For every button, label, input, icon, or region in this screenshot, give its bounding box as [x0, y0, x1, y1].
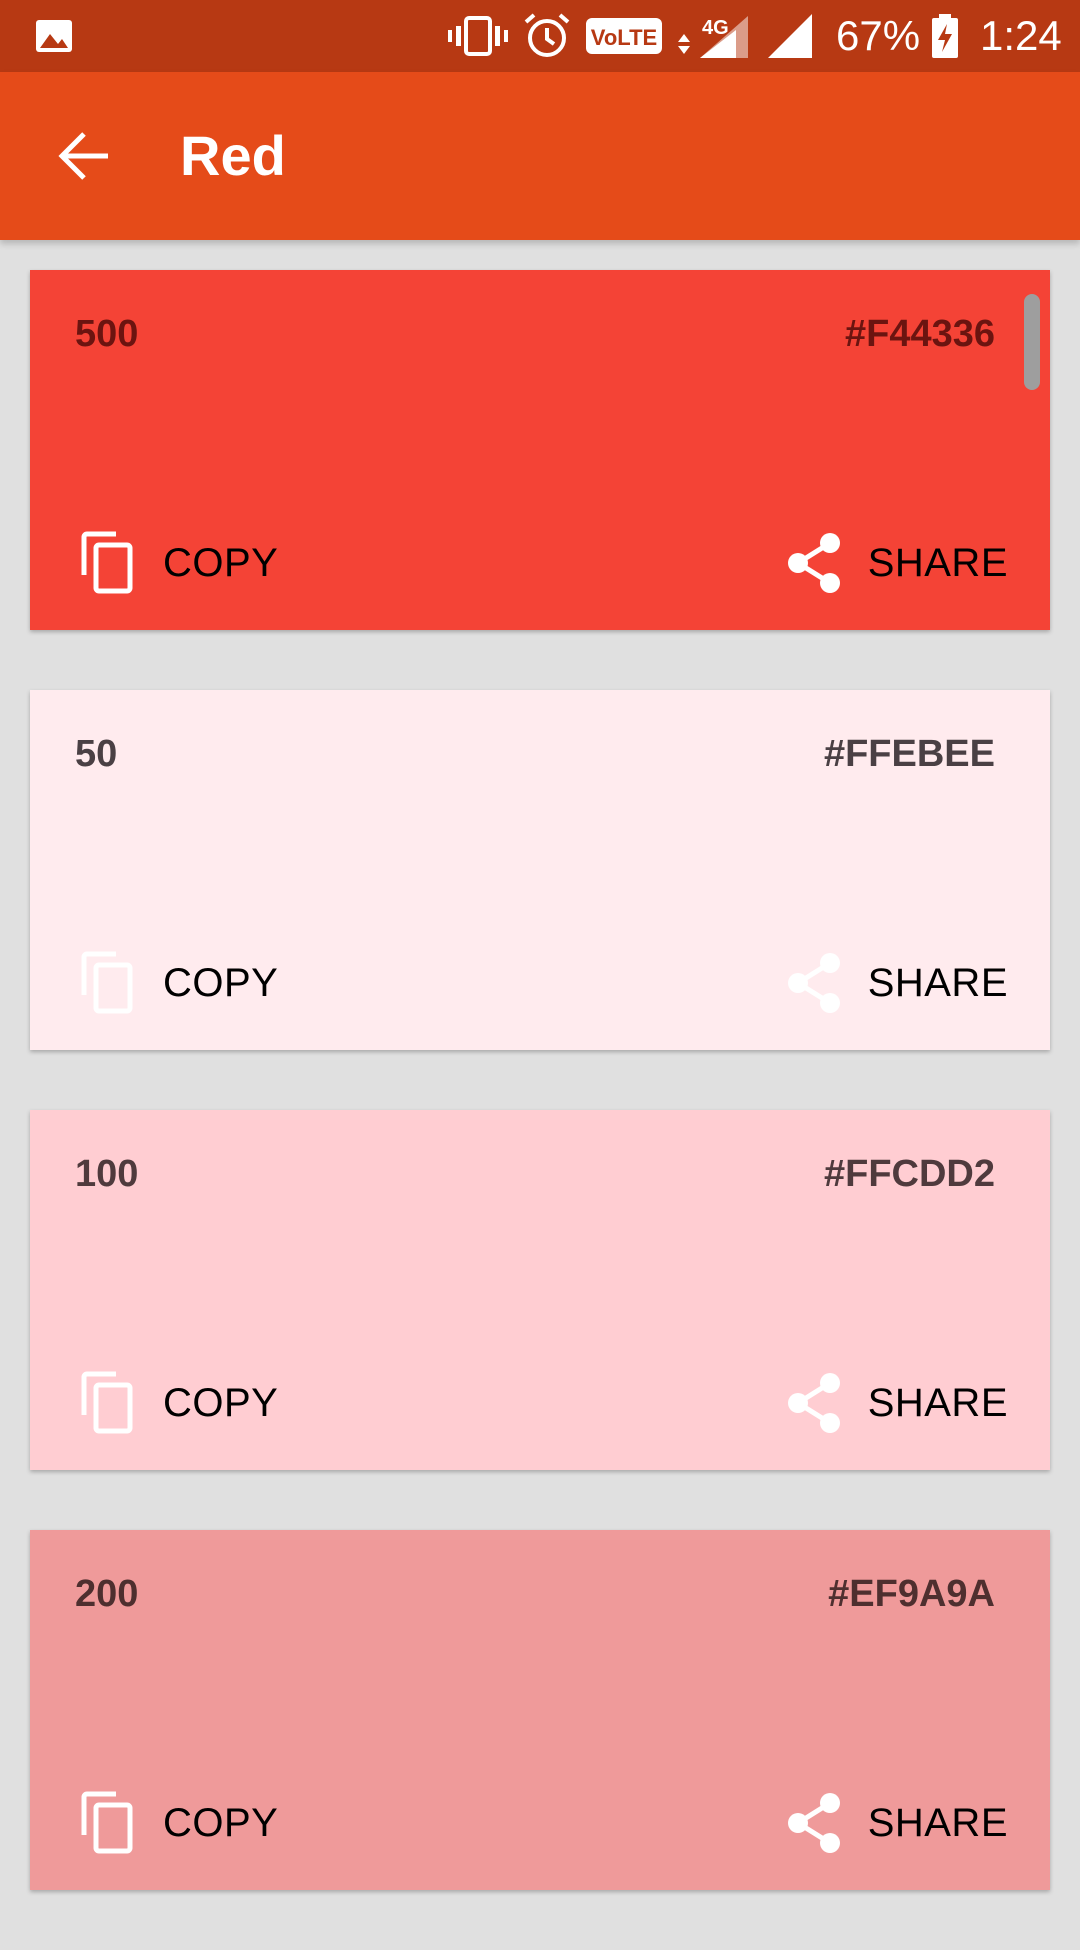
volte-icon: VoLTE	[586, 18, 662, 54]
share-button[interactable]: SHARE	[782, 1788, 1008, 1858]
back-button[interactable]	[50, 122, 118, 190]
share-icon	[782, 1368, 846, 1438]
color-swatch-card: 100 #FFCDD2 COPY SHARE	[30, 1110, 1050, 1470]
shade-label: 200	[75, 1573, 139, 1615]
hex-code: #FFEBEE	[823, 733, 995, 775]
copy-button[interactable]: COPY	[75, 1788, 278, 1858]
color-swatch-card: 500 #F44336 COPY SHARE	[30, 270, 1050, 630]
app-bar: Red	[0, 72, 1080, 240]
swatch-list[interactable]: 500 #F44336 COPY SHARE 50 #FFEBEE COPY S…	[30, 270, 1050, 1950]
scrollbar[interactable]	[1024, 294, 1040, 390]
signal-icon	[768, 14, 812, 58]
copy-button[interactable]: COPY	[75, 1368, 278, 1438]
copy-label: COPY	[163, 1800, 279, 1845]
copy-icon	[75, 1368, 139, 1438]
share-label: SHARE	[867, 540, 1008, 585]
copy-button[interactable]: COPY	[75, 528, 278, 598]
svg-text:VoLTE: VoLTE	[591, 25, 657, 50]
share-button[interactable]: SHARE	[782, 1368, 1008, 1438]
battery-charging-icon	[932, 14, 958, 58]
shade-label: 50	[75, 733, 118, 775]
share-icon	[782, 1788, 846, 1858]
share-label: SHARE	[867, 960, 1008, 1005]
share-button[interactable]: SHARE	[782, 528, 1008, 598]
copy-button[interactable]: COPY	[75, 948, 278, 1018]
copy-icon	[75, 948, 139, 1018]
hex-code: #FFCDD2	[823, 1153, 995, 1195]
alarm-icon	[524, 13, 570, 57]
copy-icon	[75, 528, 139, 598]
hex-code: #F44336	[844, 313, 995, 355]
copy-label: COPY	[163, 540, 279, 585]
battery-percent: 67%	[836, 12, 921, 59]
share-button[interactable]: SHARE	[782, 948, 1008, 1018]
share-label: SHARE	[867, 1800, 1008, 1845]
hex-code: #EF9A9A	[828, 1573, 995, 1615]
shade-label: 500	[75, 313, 139, 355]
vibrate-icon	[448, 16, 508, 56]
svg-text:4G: 4G	[702, 17, 729, 39]
copy-label: COPY	[163, 1380, 279, 1425]
copy-label: COPY	[163, 960, 279, 1005]
shade-label: 100	[75, 1153, 139, 1195]
signal-4g-icon: 4G	[678, 16, 748, 58]
color-swatch-card: 200 #EF9A9A COPY SHARE	[30, 1530, 1050, 1890]
gallery-icon	[36, 20, 72, 52]
share-icon	[782, 948, 846, 1018]
page-title: Red	[180, 124, 286, 187]
share-icon	[782, 528, 846, 598]
color-swatch-card: 50 #FFEBEE COPY SHARE	[30, 690, 1050, 1050]
share-label: SHARE	[867, 1380, 1008, 1425]
clock: 1:24	[980, 12, 1062, 59]
arrow-back-icon	[58, 132, 108, 180]
status-bar: VoLTE 4G 67% 1:24	[0, 0, 1080, 72]
copy-icon	[75, 1788, 139, 1858]
